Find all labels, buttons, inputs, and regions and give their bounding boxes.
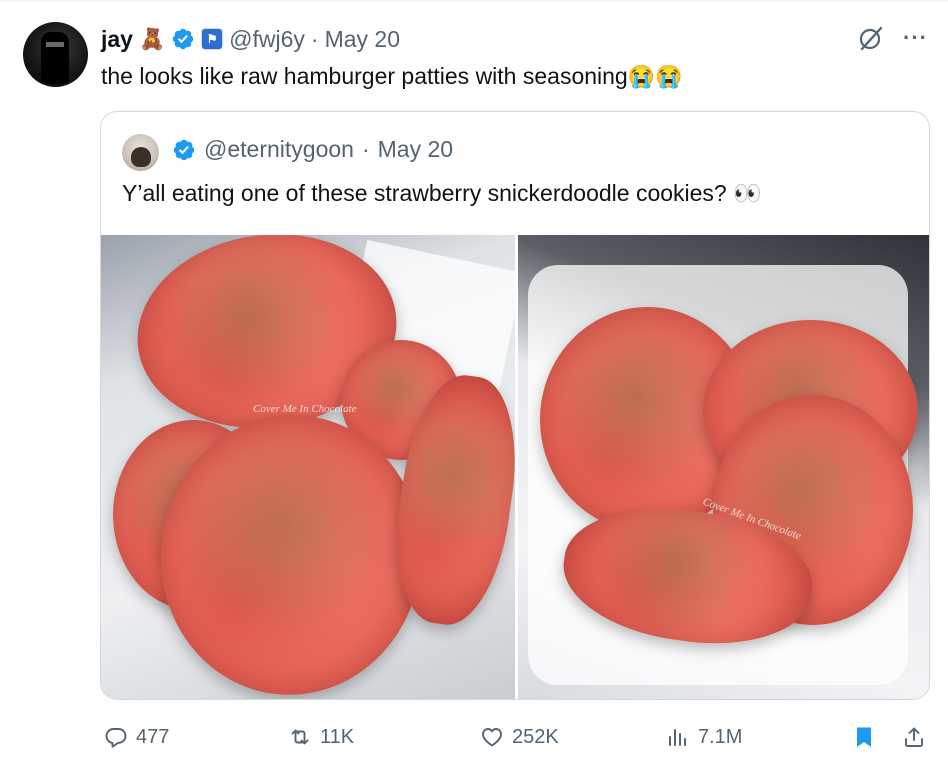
cookie-photo-right[interactable]: Cover Me In Chocolate: [517, 235, 929, 699]
quoted-tweet-date[interactable]: May 20: [378, 136, 453, 163]
tweet-body: the looks like raw hamburger patties wit…: [101, 63, 628, 89]
photo-watermark: Cover Me In Chocolate: [253, 403, 357, 415]
quoted-header-separator: ·: [361, 136, 370, 162]
views-button[interactable]: 7.1M: [666, 720, 742, 754]
cookie-photo-left[interactable]: Cover Me In Chocolate: [101, 235, 515, 699]
tweet-text: the looks like raw hamburger patties wit…: [101, 63, 683, 90]
affiliate-badge-icon[interactable]: ⚑: [201, 28, 224, 50]
author-name[interactable]: jay: [101, 26, 133, 53]
like-button[interactable]: 252K: [480, 720, 559, 754]
quoted-verified-badge-icon[interactable]: [172, 138, 196, 162]
teddy-bear-emoji: 🧸: [138, 27, 166, 51]
share-icon: [905, 727, 923, 747]
avatar-figure: [41, 32, 69, 84]
action-bar: 477 11K 252K 7.1M: [100, 720, 932, 754]
reply-button[interactable]: 477: [104, 720, 169, 754]
header-separator: ·: [310, 25, 319, 52]
quoted-author-handle[interactable]: @eternitygoon: [204, 136, 354, 163]
more-options-icon[interactable]: ···: [903, 27, 928, 49]
reply-count: 477: [136, 725, 170, 748]
repost-button[interactable]: 11K: [288, 720, 354, 754]
crying-emoji: 😭😭: [627, 64, 683, 89]
bookmark-icon: [857, 727, 871, 747]
views-icon: [669, 729, 686, 746]
top-divider: [0, 0, 948, 1]
tweet-top-actions: ···: [857, 24, 928, 52]
quoted-tweet[interactable]: @eternitygoon · May 20 Y’all eating one …: [100, 111, 930, 700]
share-button[interactable]: [902, 720, 926, 754]
author-avatar[interactable]: [23, 22, 88, 87]
repost-count: 11K: [320, 725, 355, 748]
views-count: 7.1M: [698, 725, 743, 748]
quoted-media: Cover Me In Chocolate Cover Me In Chocol…: [101, 235, 929, 699]
reply-icon: [105, 728, 127, 748]
verified-badge-icon[interactable]: [171, 27, 195, 51]
bookmark-button[interactable]: [852, 720, 876, 754]
repost-icon: [291, 729, 309, 745]
tweet-date[interactable]: May 20: [325, 26, 400, 53]
author-handle[interactable]: @fwj6y: [229, 26, 305, 53]
grok-icon[interactable]: [857, 24, 885, 52]
tweet-header: jay 🧸 ⚑ @fwj6y · May 20: [101, 22, 400, 56]
quoted-tweet-header: @eternitygoon · May 20: [172, 136, 453, 163]
quoted-author-avatar[interactable]: [122, 134, 159, 171]
like-count: 252K: [512, 725, 559, 748]
like-icon: [482, 728, 502, 747]
quoted-tweet-text: Y’all eating one of these strawberry sni…: [122, 180, 762, 206]
